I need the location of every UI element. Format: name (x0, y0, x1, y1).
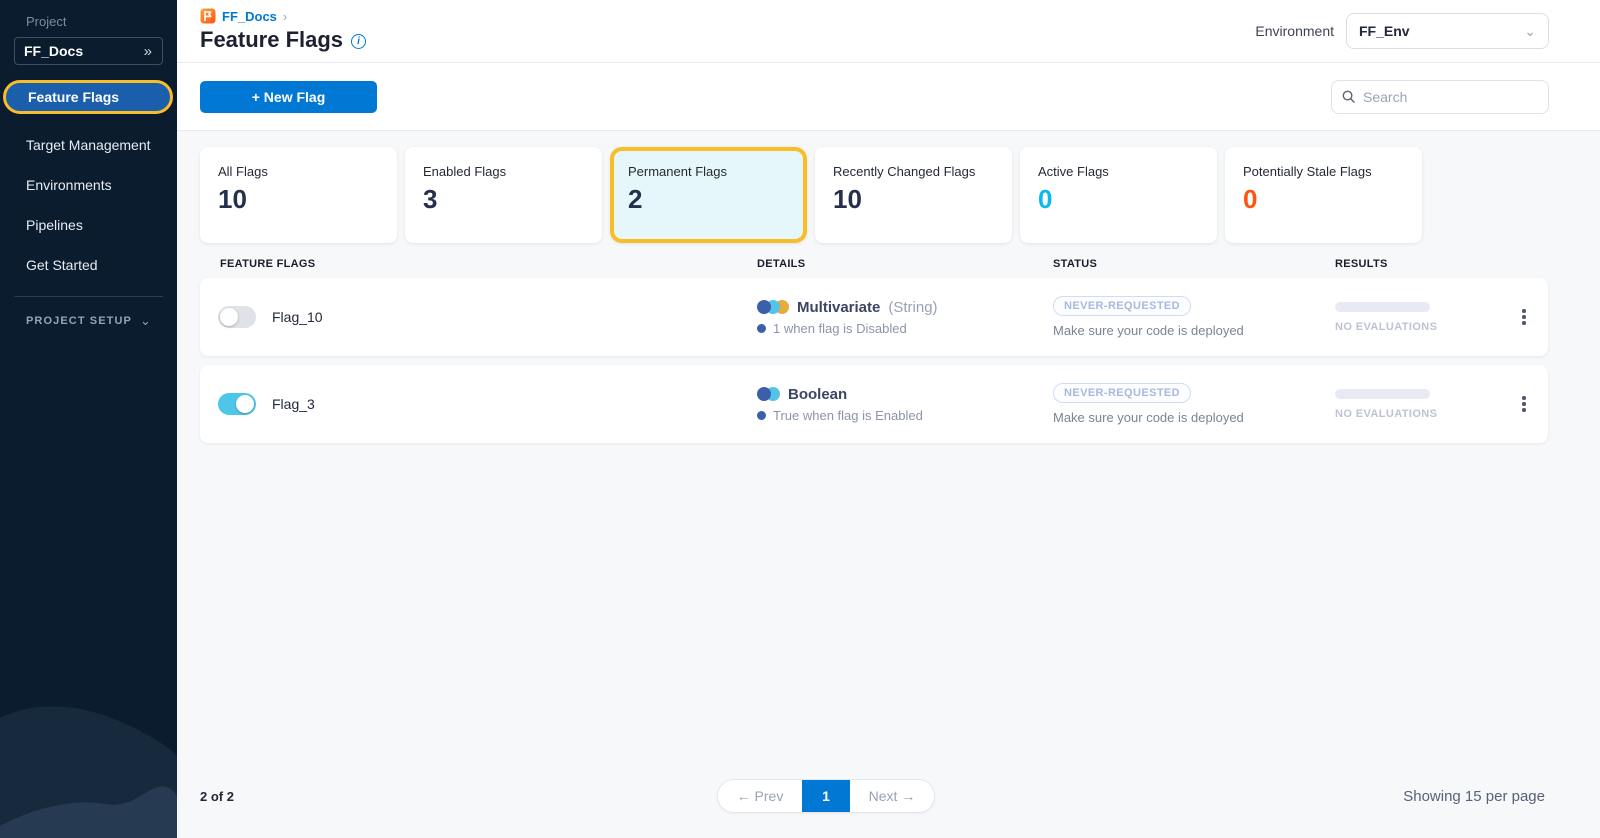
flag-type-suffix: (String) (888, 299, 937, 316)
breadcrumb-separator: › (283, 9, 287, 24)
table-header: FEATURE FLAGS DETAILS STATUS RESULTS (200, 258, 1600, 278)
collapse-sidebar-icon[interactable]: » (144, 43, 152, 60)
evaluations-bar (1335, 389, 1430, 399)
stat-cards: All Flags 10 Enabled Flags 3 Permanent F… (200, 147, 1600, 243)
sidebar-item-pipelines[interactable]: Pipelines (0, 216, 177, 235)
stat-label: Active Flags (1038, 164, 1199, 179)
flag-type: Boolean (788, 386, 847, 403)
content-area: All Flags 10 Enabled Flags 3 Permanent F… (177, 131, 1600, 770)
sidebar-item-environments[interactable]: Environments (0, 176, 177, 195)
column-header-feature-flags: FEATURE FLAGS (200, 258, 757, 270)
boolean-icon (757, 387, 780, 401)
sidebar-item-feature-flags[interactable]: Feature Flags (3, 80, 173, 114)
flag-logo-icon (200, 8, 216, 24)
toolbar: + New Flag (177, 63, 1600, 131)
status-badge: NEVER-REQUESTED (1053, 383, 1191, 403)
multivariate-icon (757, 300, 789, 314)
search-input[interactable] (1363, 89, 1538, 105)
evaluations-bar (1335, 302, 1430, 312)
stat-card-all-flags[interactable]: All Flags 10 (200, 147, 397, 243)
evaluations-text: NO EVALUATIONS (1335, 321, 1512, 333)
evaluations-text: NO EVALUATIONS (1335, 408, 1512, 420)
default-rule: True when flag is Enabled (773, 408, 923, 423)
environment-label: Environment (1255, 23, 1334, 39)
stat-card-recently-changed-flags[interactable]: Recently Changed Flags 10 (815, 147, 1012, 243)
table-footer: 2 of 2 ← Prev 1 Next → Showing 15 per pa… (177, 770, 1600, 838)
sidebar-nav: Target Management Environments Pipelines… (0, 136, 177, 275)
search-box[interactable] (1331, 80, 1549, 114)
stat-card-permanent-flags[interactable]: Permanent Flags 2 (610, 147, 807, 243)
pagination: ← Prev 1 Next → (717, 779, 935, 813)
stat-value: 0 (1243, 184, 1404, 215)
toggle-knob (236, 395, 254, 413)
page-header: FF_Docs › Feature Flags i Environment FF… (177, 0, 1600, 63)
sidebar-section-project-setup[interactable]: PROJECT SETUP ⌄ (0, 315, 177, 327)
chevron-down-icon: ⌄ (140, 317, 151, 325)
column-header-details: DETAILS (757, 258, 1053, 270)
column-header-status: STATUS (1053, 258, 1335, 270)
flag-toggle[interactable] (218, 393, 256, 415)
sidebar-decorative-wave (0, 598, 177, 838)
stat-label: Recently Changed Flags (833, 164, 994, 179)
flag-name[interactable]: Flag_10 (272, 309, 323, 325)
project-selector[interactable]: FF_Docs » (14, 37, 163, 65)
environment-value: FF_Env (1359, 23, 1410, 39)
flag-toggle[interactable] (218, 306, 256, 328)
project-section-label: Project (0, 0, 177, 29)
environment-select[interactable]: FF_Env ⌄ (1346, 13, 1549, 49)
project-name: FF_Docs (24, 43, 83, 59)
stat-card-enabled-flags[interactable]: Enabled Flags 3 (405, 147, 602, 243)
next-page-button[interactable]: Next → (850, 788, 934, 804)
flag-name[interactable]: Flag_3 (272, 396, 315, 412)
stat-card-potentially-stale-flags[interactable]: Potentially Stale Flags 0 (1225, 147, 1422, 243)
stat-value: 2 (628, 184, 789, 215)
stat-label: Enabled Flags (423, 164, 584, 179)
breadcrumb: FF_Docs › (200, 8, 366, 24)
sidebar-item-target-management[interactable]: Target Management (0, 136, 177, 155)
table-row[interactable]: Flag_3 Boolean True when flag is Enabled… (200, 365, 1548, 443)
sidebar-divider (14, 296, 163, 297)
variation-dot-icon (757, 324, 766, 333)
info-icon[interactable]: i (351, 34, 366, 49)
page-title: Feature Flags (200, 27, 343, 53)
sidebar-item-get-started[interactable]: Get Started (0, 256, 177, 275)
stat-label: Potentially Stale Flags (1243, 164, 1404, 179)
stat-label: All Flags (218, 164, 379, 179)
row-menu-button[interactable] (1512, 389, 1536, 419)
sidebar-item-label: Feature Flags (28, 89, 119, 105)
row-menu-button[interactable] (1512, 302, 1536, 332)
prev-page-button[interactable]: ← Prev (718, 788, 802, 804)
stat-value: 0 (1038, 184, 1199, 215)
column-header-results: RESULTS (1335, 258, 1512, 270)
new-flag-button[interactable]: + New Flag (200, 81, 377, 113)
search-icon (1342, 90, 1355, 103)
stat-label: Permanent Flags (628, 164, 789, 179)
sidebar: Project FF_Docs » Feature Flags Target M… (0, 0, 177, 838)
status-text: Make sure your code is deployed (1053, 410, 1335, 425)
stat-value: 10 (833, 184, 994, 215)
project-setup-label: PROJECT SETUP (26, 315, 132, 327)
stat-value: 10 (218, 184, 379, 215)
chevron-down-icon: ⌄ (1524, 27, 1536, 35)
stat-value: 3 (423, 184, 584, 215)
page-1-button[interactable]: 1 (802, 779, 850, 813)
default-rule: 1 when flag is Disabled (773, 321, 907, 336)
status-text: Make sure your code is deployed (1053, 323, 1335, 338)
table-row[interactable]: Flag_10 Multivariate (String) 1 when fla… (200, 278, 1548, 356)
toggle-knob (220, 308, 238, 326)
flag-type: Multivariate (797, 299, 880, 316)
main-panel: FF_Docs › Feature Flags i Environment FF… (177, 0, 1600, 838)
status-badge: NEVER-REQUESTED (1053, 296, 1191, 316)
row-count: 2 of 2 (200, 789, 234, 804)
variation-dot-icon (757, 411, 766, 420)
breadcrumb-project-link[interactable]: FF_Docs (222, 9, 277, 24)
page-size-label: Showing 15 per page (1403, 788, 1545, 805)
stat-card-active-flags[interactable]: Active Flags 0 (1020, 147, 1217, 243)
